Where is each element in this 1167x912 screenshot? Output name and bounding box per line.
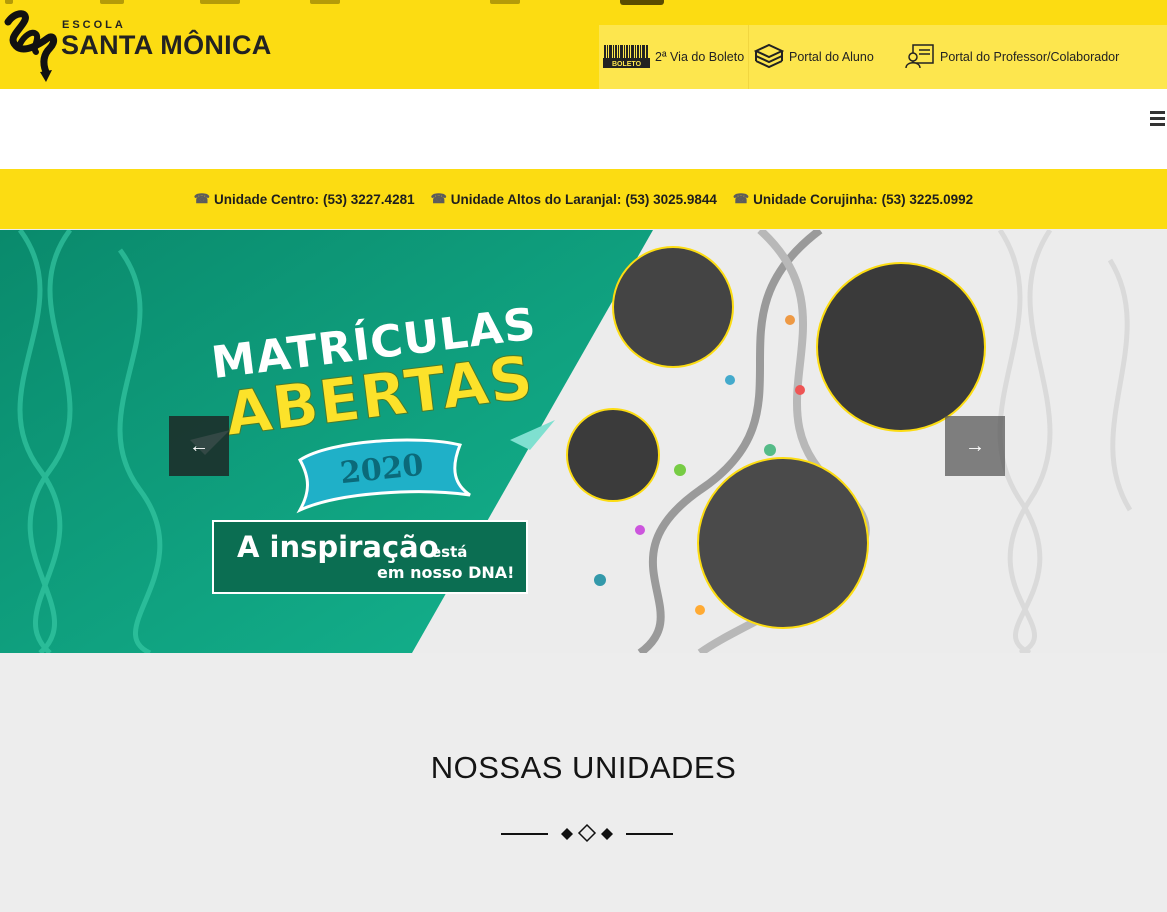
- student-photo: [816, 262, 986, 432]
- student-photo: [697, 457, 869, 629]
- portal-aluno-link[interactable]: Portal do Aluno: [749, 25, 899, 89]
- school-logo[interactable]: ESCOLA SANTA MÔNICA: [2, 8, 302, 83]
- main-nav-bar: [0, 89, 1167, 169]
- section-title: NOSSAS UNIDADES: [430, 750, 737, 785]
- portal-aluno-label: Portal do Aluno: [789, 50, 874, 64]
- social-icon[interactable]: [100, 0, 124, 4]
- hero-slider: MATRÍCULAS ABERTAS 2020 A inspiração est…: [0, 230, 1167, 653]
- youtube-icon[interactable]: [620, 0, 664, 5]
- barcode-boleto-icon: BOLETO: [603, 44, 650, 71]
- slide-tagline-small: está: [431, 543, 468, 561]
- portal-professor-label: Portal do Professor/Colaborador: [940, 50, 1120, 64]
- diamond-outline-icon: [577, 823, 597, 843]
- phone-number: (53) 3025.9844: [625, 191, 717, 207]
- hamburger-menu-icon[interactable]: [1150, 111, 1167, 127]
- section-divider: [501, 823, 673, 843]
- phone-number: (53) 3227.4281: [323, 191, 415, 207]
- id-card-icon: [905, 43, 935, 72]
- social-icon[interactable]: [200, 0, 240, 4]
- phone-icon: ☎: [193, 191, 210, 206]
- logo-text-name: SANTA MÔNICA: [61, 30, 272, 60]
- social-icon[interactable]: [310, 0, 340, 4]
- phone-centro[interactable]: ☎ Unidade Centro: (53) 3227.4281: [194, 191, 415, 207]
- social-icon[interactable]: [490, 0, 520, 4]
- phone-laranjal[interactable]: ☎ Unidade Altos do Laranjal: (53) 3025.9…: [431, 191, 717, 207]
- portal-links: BOLETO 2ª Via do Boleto Portal do Aluno: [599, 25, 1167, 89]
- phone-unit-label: Unidade Corujinha:: [753, 191, 878, 207]
- boleto-link[interactable]: BOLETO 2ª Via do Boleto: [599, 25, 749, 89]
- phone-number: (53) 3225.0992: [881, 191, 974, 207]
- boleto-link-label: 2ª Via do Boleto: [655, 50, 745, 64]
- phone-icon: ☎: [732, 191, 750, 206]
- phone-bar: ☎ Unidade Centro: (53) 3227.4281 ☎ Unida…: [0, 169, 1167, 229]
- student-photo: [612, 246, 734, 368]
- portal-professor-link[interactable]: Portal do Professor/Colaborador: [899, 25, 1167, 89]
- slide-tagline: A inspiração: [237, 530, 439, 564]
- books-icon: [753, 43, 785, 72]
- phone-unit-label: Unidade Altos do Laranjal:: [450, 191, 622, 207]
- social-icon[interactable]: [5, 0, 13, 4]
- phone-icon: ☎: [430, 191, 447, 206]
- phone-unit-label: Unidade Centro:: [214, 191, 320, 207]
- diamond-icon: [561, 828, 573, 840]
- slide-tagline-end: em nosso DNA!: [377, 563, 515, 582]
- logo-mark-icon: [4, 10, 58, 82]
- diamond-icon: [601, 828, 613, 840]
- slider-next-arrow[interactable]: →: [945, 416, 1005, 476]
- boleto-icon-label: BOLETO: [612, 61, 642, 68]
- student-photo: [566, 408, 660, 502]
- slider-prev-arrow[interactable]: ←: [169, 416, 229, 476]
- phone-corujinha[interactable]: ☎ Unidade Corujinha: (53) 3225.0992: [733, 191, 973, 207]
